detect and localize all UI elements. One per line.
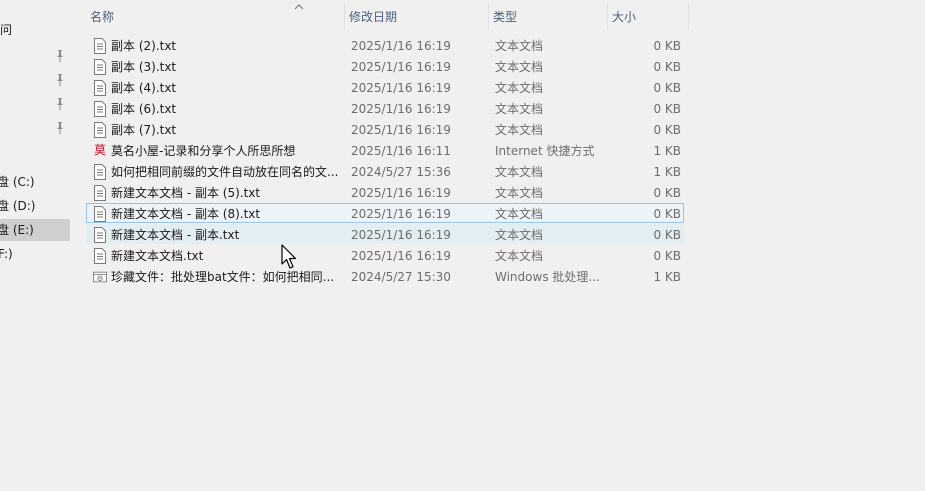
file-type: 文本文档 — [495, 165, 544, 179]
file-size: 0 KB — [653, 60, 681, 74]
text-file-icon — [94, 101, 106, 117]
file-type: Windows 批处理... — [495, 270, 600, 284]
file-date: 2025/1/16 16:19 — [351, 39, 451, 53]
pin-icon — [57, 122, 63, 134]
nav-item-label: 盘 (C:) — [0, 175, 35, 189]
file-date: 2024/5/27 15:30 — [351, 270, 451, 284]
text-file-icon — [94, 80, 106, 96]
file-size: 0 KB — [653, 186, 681, 200]
column-header-date[interactable]: 修改日期 — [345, 4, 489, 30]
file-row[interactable]: 珍藏文件：批处理bat文件：如何把相同... 2024/5/27 15:30 W… — [86, 266, 684, 286]
column-header-name[interactable]: 名称 — [86, 4, 345, 30]
nav-item-drive-f[interactable]: F:) — [0, 243, 70, 265]
column-header-type[interactable]: 类型 — [489, 4, 608, 30]
nav-item-label: F:) — [0, 247, 13, 261]
file-name: 新建文本文档.txt — [111, 249, 204, 263]
web-shortcut-icon: 莫 — [93, 143, 106, 157]
file-type: 文本文档 — [495, 249, 544, 263]
file-row[interactable]: 副本 (2).txt 2025/1/16 16:19 文本文档 0 KB — [86, 35, 684, 55]
file-name: 珍藏文件：批处理bat文件：如何把相同... — [111, 270, 335, 284]
file-size: 0 KB — [653, 39, 681, 53]
file-size: 1 KB — [653, 144, 681, 158]
file-date: 2025/1/16 16:19 — [351, 207, 451, 221]
file-row[interactable]: 副本 (4).txt 2025/1/16 16:19 文本文档 0 KB — [86, 77, 684, 97]
file-date: 2025/1/16 16:19 — [351, 81, 451, 95]
file-name: 新建文本文档 - 副本 (8).txt — [111, 207, 261, 221]
file-date: 2025/1/16 16:19 — [351, 186, 451, 200]
file-size: 0 KB — [653, 81, 681, 95]
file-size: 0 KB — [653, 207, 681, 221]
file-type: 文本文档 — [495, 39, 544, 53]
file-row-focused[interactable]: 新建文本文档 - 副本 (8).txt 2025/1/16 16:19 文本文档… — [86, 203, 684, 223]
pin-icon — [57, 74, 63, 86]
file-type: 文本文档 — [495, 123, 544, 137]
text-file-icon — [94, 122, 106, 138]
nav-item-label: 盘 (E:) — [0, 223, 34, 237]
file-type: 文本文档 — [495, 60, 544, 74]
nav-item-label: 问 — [0, 23, 13, 37]
file-size: 1 KB — [653, 270, 681, 284]
file-name: 如何把相同前缀的文件自动放在同名的文... — [111, 165, 339, 179]
nav-item-drive-c[interactable]: 盘 (C:) — [0, 171, 70, 193]
file-date: 2025/1/16 16:19 — [351, 60, 451, 74]
file-name: 新建文本文档 - 副本.txt — [111, 228, 240, 242]
file-date: 2025/1/16 16:19 — [351, 102, 451, 116]
file-type: 文本文档 — [495, 102, 544, 116]
file-size: 0 KB — [653, 123, 681, 137]
file-row[interactable]: 新建文本文档.txt 2025/1/16 16:19 文本文档 0 KB — [86, 245, 684, 265]
file-name: 莫名小屋-记录和分享个人所思所想 — [111, 144, 296, 158]
file-name: 副本 (2).txt — [111, 39, 177, 53]
file-name: 副本 (6).txt — [111, 102, 177, 116]
file-row[interactable]: 新建文本文档 - 副本 (5).txt 2025/1/16 16:19 文本文档… — [86, 182, 684, 202]
file-date: 2025/1/16 16:11 — [351, 144, 451, 158]
nav-item-quick-access[interactable]: 问 — [0, 19, 70, 41]
file-type: Internet 快捷方式 — [495, 144, 595, 158]
text-file-icon — [94, 206, 106, 222]
pin-icon — [57, 98, 63, 110]
file-type: 文本文档 — [495, 186, 544, 200]
nav-item-drive-e[interactable]: 盘 (E:) — [0, 219, 70, 241]
file-name: 副本 (4).txt — [111, 81, 177, 95]
file-row[interactable]: 如何把相同前缀的文件自动放在同名的文... 2024/5/27 15:36 文本… — [86, 161, 684, 181]
batch-file-icon — [93, 271, 107, 283]
file-row[interactable]: 副本 (6).txt 2025/1/16 16:19 文本文档 0 KB — [86, 98, 684, 118]
file-row[interactable]: 副本 (3).txt 2025/1/16 16:19 文本文档 0 KB — [86, 56, 684, 76]
file-row-hovered[interactable]: 新建文本文档 - 副本.txt 2025/1/16 16:19 文本文档 0 K… — [86, 224, 684, 244]
nav-item-drive-d[interactable]: 盘 (D:) — [0, 195, 70, 217]
file-size: 0 KB — [653, 102, 681, 116]
file-type: 文本文档 — [495, 228, 544, 242]
file-name: 副本 (3).txt — [111, 60, 177, 74]
mouse-cursor-icon — [281, 244, 297, 269]
file-row[interactable]: 莫 莫名小屋-记录和分享个人所思所想 2025/1/16 16:11 Inter… — [86, 140, 684, 160]
nav-item-label: 盘 (D:) — [0, 199, 36, 213]
file-size: 0 KB — [653, 249, 681, 263]
text-file-icon — [94, 227, 106, 243]
file-date: 2024/5/27 15:36 — [351, 165, 451, 179]
file-name: 新建文本文档 - 副本 (5).txt — [111, 186, 261, 200]
file-name: 副本 (7).txt — [111, 123, 177, 137]
file-date: 2025/1/16 16:19 — [351, 249, 451, 263]
file-type: 文本文档 — [495, 207, 544, 221]
pin-icon — [57, 50, 63, 62]
file-type: 文本文档 — [495, 81, 544, 95]
file-size: 0 KB — [653, 228, 681, 242]
file-size: 1 KB — [653, 165, 681, 179]
file-row[interactable]: 副本 (7).txt 2025/1/16 16:19 文本文档 0 KB — [86, 119, 684, 139]
text-file-icon — [94, 185, 106, 201]
text-file-icon — [94, 164, 106, 180]
column-header-bar: 名称 修改日期 类型 大小 — [86, 4, 689, 30]
file-date: 2025/1/16 16:19 — [351, 228, 451, 242]
text-file-icon — [94, 38, 106, 54]
file-date: 2025/1/16 16:19 — [351, 123, 451, 137]
text-file-icon — [94, 59, 106, 75]
column-header-size[interactable]: 大小 — [608, 4, 689, 30]
text-file-icon — [94, 248, 106, 264]
navigation-pane: 问 盘 (C:) 盘 (D:) 盘 (E:) F:) — [0, 0, 70, 491]
